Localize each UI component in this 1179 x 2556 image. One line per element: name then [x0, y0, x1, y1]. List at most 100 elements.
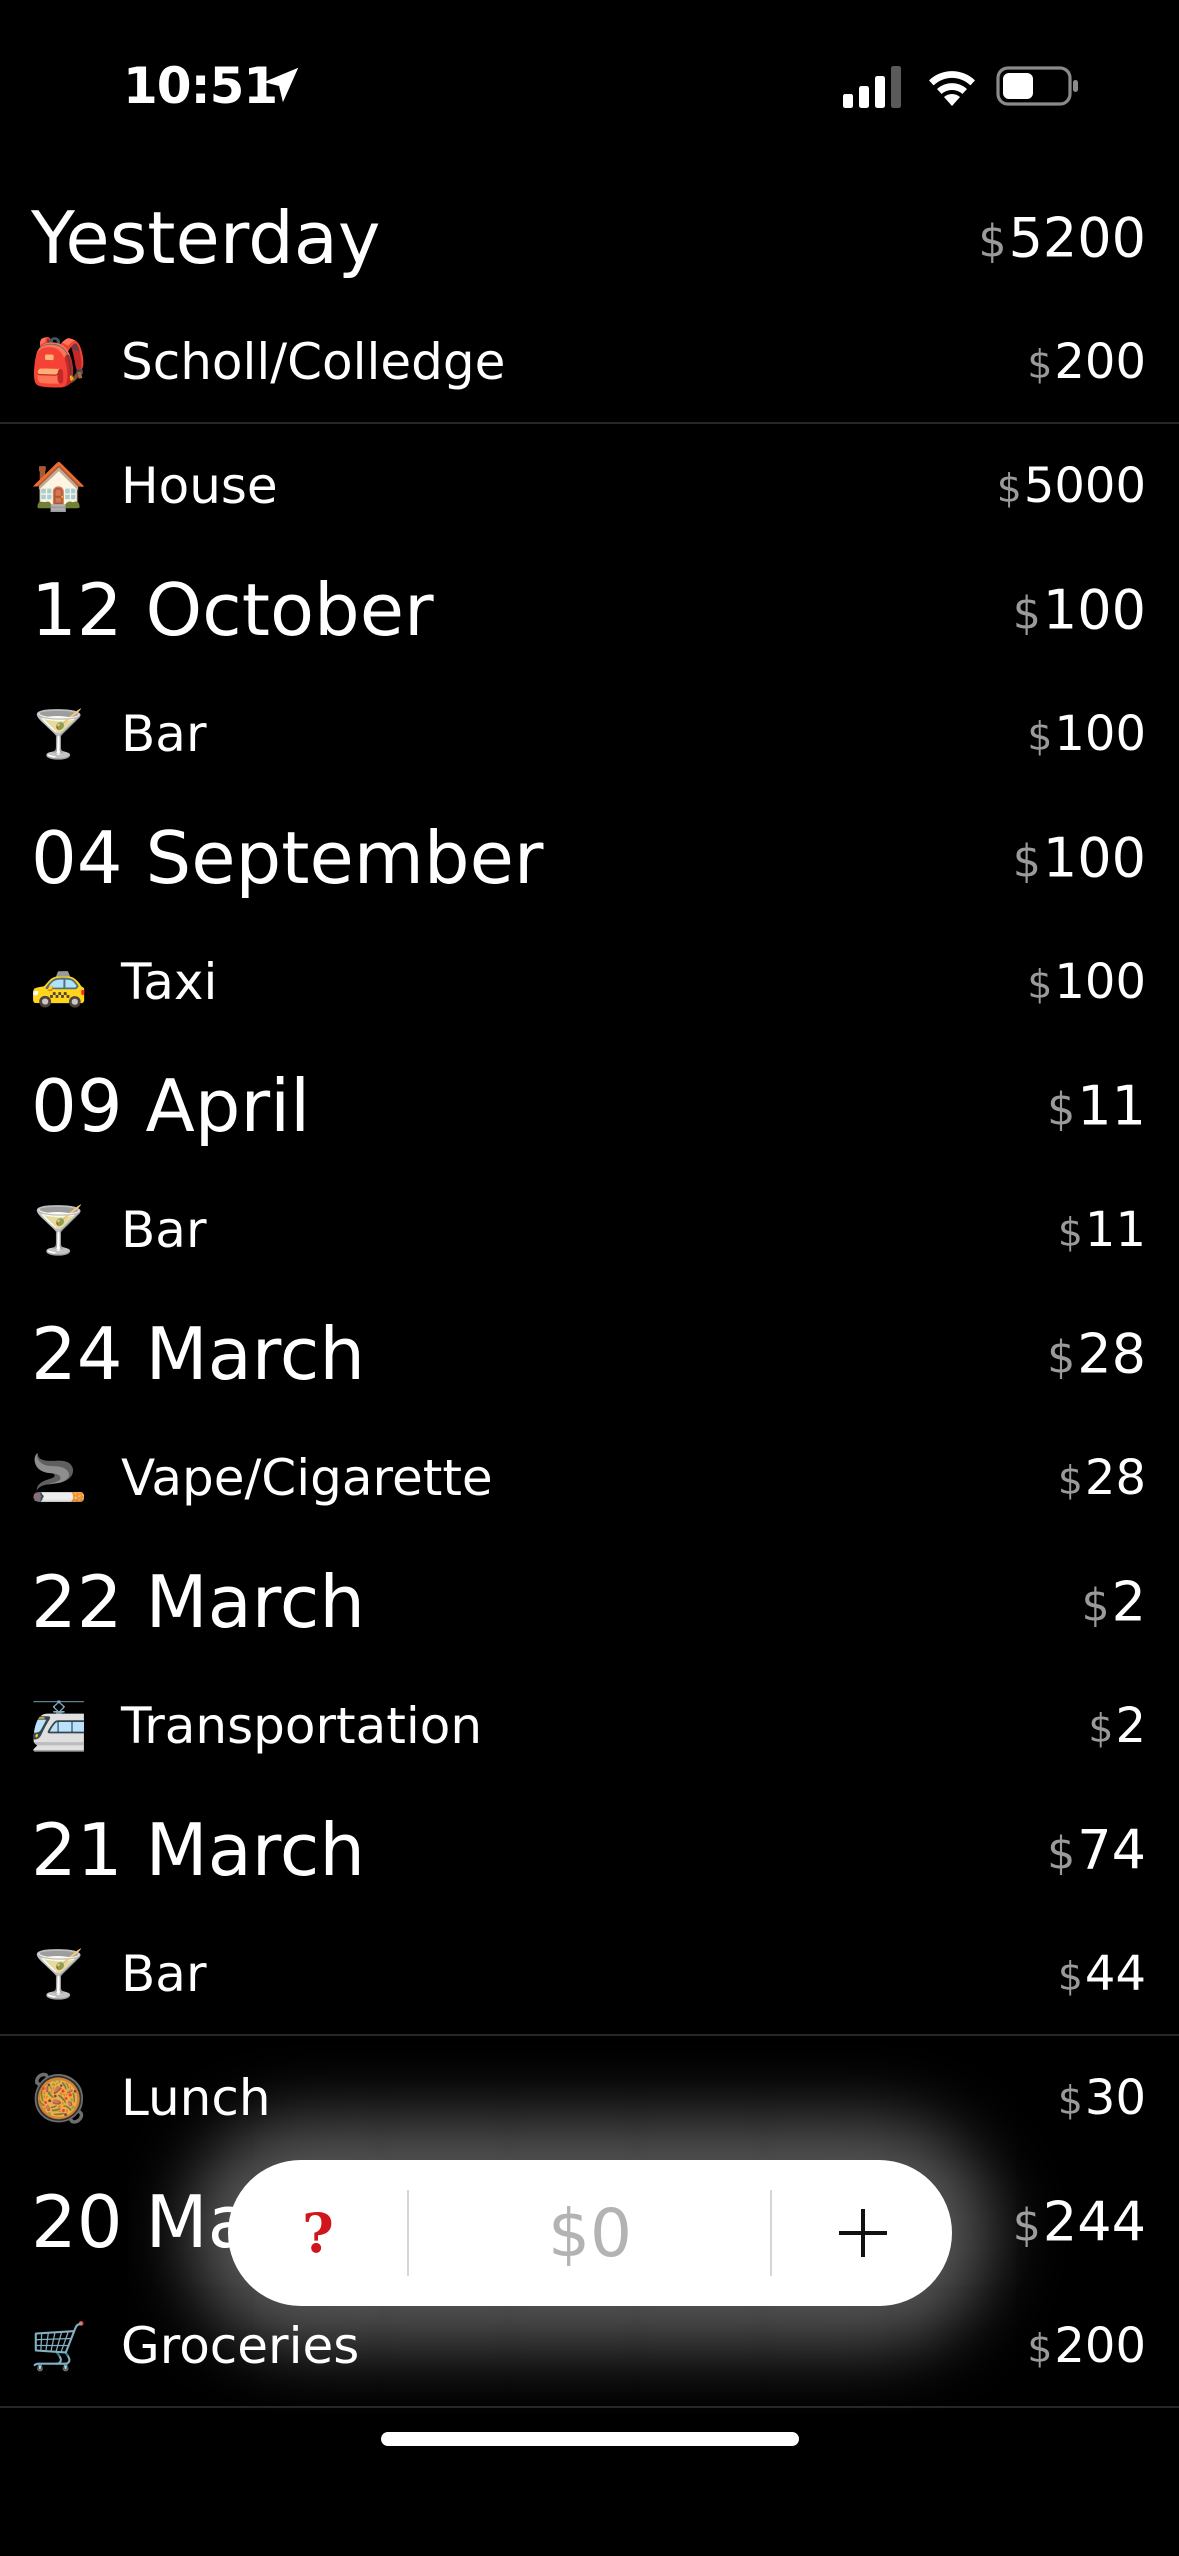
amount-value: 100: [1042, 826, 1146, 890]
category-label: Lunch: [121, 2069, 271, 2127]
plus-icon: [839, 2209, 887, 2257]
amount-value: 100: [1054, 706, 1146, 762]
amount-value: 30: [1084, 2070, 1146, 2126]
date-group-header[interactable]: 24 March $28: [0, 1292, 1179, 1416]
expense-amount: $2: [1088, 1698, 1146, 1754]
amount-value: 74: [1077, 1818, 1146, 1882]
date-label: Yesterday: [31, 196, 381, 280]
expense-row[interactable]: 🍸 Bar $44: [0, 1912, 1179, 2036]
expense-row[interactable]: 🍸 Bar $100: [0, 672, 1179, 796]
expense-row[interactable]: 🚈 Transportation $2: [0, 1664, 1179, 1788]
backpack-icon: 🎒: [30, 335, 88, 389]
expense-amount: $100: [1027, 954, 1146, 1010]
expense-amount: $200: [1027, 2318, 1146, 2374]
status-bar: 10:51: [0, 0, 1179, 170]
category-label: Bar: [121, 1945, 207, 2003]
category-label: Bar: [121, 1201, 207, 1259]
currency-symbol: $: [1047, 1828, 1076, 1880]
expense-row[interactable]: 🎒 Scholl/Colledge $200: [0, 300, 1179, 424]
currency-symbol: $: [1057, 1458, 1083, 1504]
cocktail-icon: 🍸: [30, 1947, 88, 2001]
currency-symbol: $: [1027, 2326, 1053, 2372]
train-icon: 🚈: [30, 1699, 88, 1753]
expense-amount: $100: [1027, 706, 1146, 762]
cocktail-icon: 🍸: [30, 1203, 88, 1257]
date-label: 04 September: [31, 816, 544, 900]
category-label: Groceries: [121, 2317, 360, 2375]
date-group-header[interactable]: 09 April $11: [0, 1044, 1179, 1168]
date-label: 21 March: [31, 1808, 365, 1892]
group-total: $100: [1013, 827, 1146, 890]
date-label: 12 October: [31, 568, 434, 652]
expense-list[interactable]: Yesterday $5200 🎒 Scholl/Colledge $200 🏠 House…: [0, 176, 1179, 2408]
currency-symbol: $: [1012, 836, 1041, 888]
amount-value: 5000: [1023, 458, 1146, 514]
currency-symbol: $: [1027, 962, 1053, 1008]
expense-row[interactable]: 🚬 Vape/Cigarette $28: [0, 1416, 1179, 1540]
row-divider: [0, 2406, 1179, 2408]
currency-symbol: $: [996, 466, 1022, 512]
category-label: Transportation: [121, 1697, 483, 1755]
category-label: Vape/Cigarette: [121, 1449, 493, 1507]
date-group-header[interactable]: Yesterday $5200: [0, 176, 1179, 300]
date-group-header[interactable]: 21 March $74: [0, 1788, 1179, 1912]
group-total: $100: [1013, 579, 1146, 642]
amount-value: 28: [1084, 1450, 1146, 1506]
currency-symbol: $: [978, 216, 1007, 268]
separator: [407, 2190, 409, 2276]
shopping-cart-icon: 🛒: [30, 2319, 88, 2373]
currency-symbol: $: [1047, 1084, 1076, 1136]
add-expense-button[interactable]: [808, 2160, 918, 2306]
date-label: 24 March: [31, 1312, 365, 1396]
amount-value: 2: [1115, 1698, 1146, 1754]
category-label: Taxi: [121, 953, 218, 1011]
expense-row[interactable]: 🚕 Taxi $100: [0, 920, 1179, 1044]
category-label: Bar: [121, 705, 207, 763]
expense-amount: $44: [1058, 1946, 1146, 2002]
battery-icon: [996, 66, 1078, 106]
food-pan-icon: 🥘: [30, 2071, 88, 2125]
date-group-header[interactable]: 04 September $100: [0, 796, 1179, 920]
expense-row[interactable]: 🍸 Bar $11: [0, 1168, 1179, 1292]
date-group-header[interactable]: 12 October $100: [0, 548, 1179, 672]
expense-amount: $28: [1058, 1450, 1146, 1506]
currency-symbol: $: [1057, 1210, 1083, 1256]
amount-input[interactable]: $0: [410, 2160, 770, 2306]
category-label: Scholl/Colledge: [121, 333, 506, 391]
amount-value: 28: [1077, 1322, 1146, 1386]
currency-symbol: $: [1047, 1332, 1076, 1384]
taxi-icon: 🚕: [30, 955, 88, 1009]
group-total: $2: [1081, 1571, 1146, 1634]
currency-symbol: $: [1027, 342, 1053, 388]
cigarette-icon: 🚬: [30, 1451, 88, 1505]
amount-value: 244: [1042, 2190, 1146, 2254]
cocktail-icon: 🍸: [30, 707, 88, 761]
amount-value: 100: [1042, 578, 1146, 642]
date-label: 09 April: [31, 1064, 311, 1148]
expense-row[interactable]: 🏠 House $5000: [0, 424, 1179, 548]
amount-value: 11: [1084, 1202, 1146, 1258]
currency-symbol: $: [1088, 1706, 1114, 1752]
date-group-header[interactable]: 22 March $2: [0, 1540, 1179, 1664]
currency-symbol: $: [1012, 2200, 1041, 2252]
amount-value: 44: [1084, 1946, 1146, 2002]
expense-amount: $11: [1058, 1202, 1146, 1258]
expense-amount: $200: [1027, 334, 1146, 390]
house-icon: 🏠: [30, 459, 88, 513]
location-arrow-icon: [263, 67, 299, 103]
expense-row[interactable]: 🥘 Lunch $30: [0, 2036, 1179, 2160]
currency-symbol: $: [1012, 588, 1041, 640]
currency-symbol: $: [1081, 1580, 1110, 1632]
date-label: 20 Ma: [31, 2180, 252, 2264]
home-indicator: [381, 2432, 799, 2446]
group-total: $11: [1047, 1075, 1146, 1138]
group-total: $74: [1047, 1819, 1146, 1882]
status-time: 10:51: [123, 57, 278, 115]
cellular-signal-icon: [843, 66, 901, 108]
group-total: $244: [1013, 2191, 1146, 2254]
help-button[interactable]: ?: [263, 2160, 373, 2306]
amount-value: 5200: [1008, 206, 1146, 270]
category-label: House: [121, 457, 278, 515]
expense-amount: $30: [1058, 2070, 1146, 2126]
currency-symbol: $: [1027, 714, 1053, 760]
